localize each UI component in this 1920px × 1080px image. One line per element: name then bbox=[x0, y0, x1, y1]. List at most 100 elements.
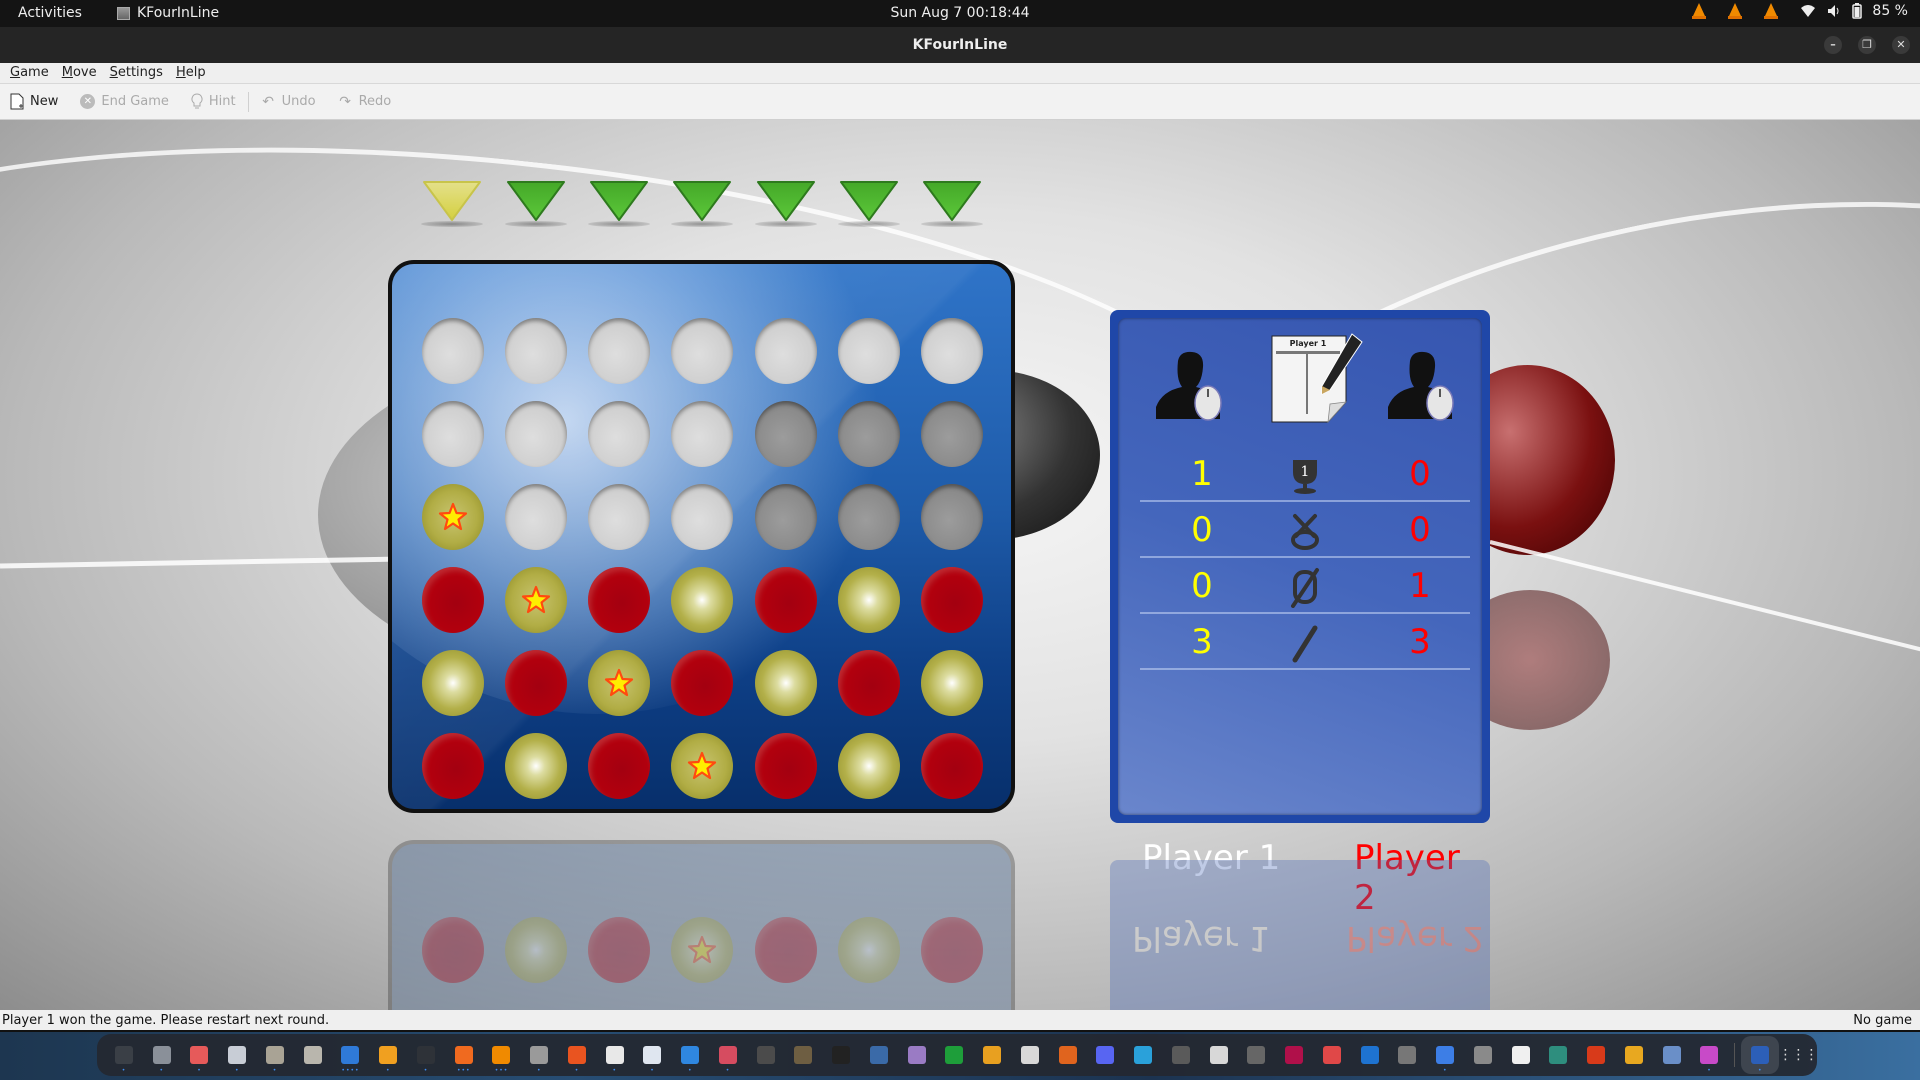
board-slot-empty[interactable] bbox=[921, 318, 983, 384]
dock-app-chip[interactable] bbox=[1275, 1036, 1313, 1074]
dock-app-speaker[interactable] bbox=[747, 1036, 785, 1074]
dock-app-inkscape[interactable] bbox=[822, 1036, 860, 1074]
dock-app-discord[interactable] bbox=[1087, 1036, 1125, 1074]
board-slot-empty[interactable] bbox=[838, 484, 900, 550]
column-drop-arrow-5[interactable] bbox=[755, 178, 817, 224]
board-slot-empty[interactable] bbox=[755, 318, 817, 384]
board-slot-empty[interactable] bbox=[755, 401, 817, 467]
dock-app-vlc[interactable]: ••• bbox=[483, 1036, 521, 1074]
dock-app-firefox[interactable]: ••• bbox=[445, 1036, 483, 1074]
clock[interactable]: Sun Aug 7 00:18:44 bbox=[890, 5, 1029, 21]
dock-app-presentation[interactable] bbox=[1049, 1036, 1087, 1074]
menu-settings[interactable]: Settings bbox=[110, 63, 176, 83]
system-tray[interactable]: 85 % bbox=[1692, 3, 1908, 19]
dock-app-window-app[interactable] bbox=[1351, 1036, 1389, 1074]
dock-app-telegram[interactable] bbox=[1124, 1036, 1162, 1074]
redo-button[interactable]: ↷ Redo bbox=[338, 94, 391, 110]
yellow-piece[interactable] bbox=[838, 567, 900, 633]
hint-button[interactable]: Hint bbox=[191, 93, 236, 110]
yellow-piece[interactable] bbox=[838, 733, 900, 799]
dock-app-dictionary[interactable] bbox=[1200, 1036, 1238, 1074]
dock-app-terminal[interactable]: • bbox=[407, 1036, 445, 1074]
dock-app-ball[interactable] bbox=[1615, 1036, 1653, 1074]
red-piece[interactable] bbox=[755, 733, 817, 799]
board-slot-empty[interactable] bbox=[588, 484, 650, 550]
dock-app-seventy-six[interactable] bbox=[1238, 1036, 1276, 1074]
game-board[interactable] bbox=[388, 260, 1015, 813]
show-applications-button[interactable]: ⋮⋮⋮ bbox=[1779, 1036, 1819, 1074]
end-game-button[interactable]: ✕ End Game bbox=[80, 94, 169, 109]
dock-app-disks[interactable]: • bbox=[520, 1036, 558, 1074]
dock-app-calc-game[interactable]: • bbox=[1426, 1036, 1464, 1074]
dock-app-clock[interactable] bbox=[1162, 1036, 1200, 1074]
dock-app-mario[interactable] bbox=[1577, 1036, 1615, 1074]
yellow-piece[interactable] bbox=[505, 733, 567, 799]
dock-app-tetris[interactable]: • bbox=[1691, 1036, 1729, 1074]
dock-app-archive-manager[interactable]: • bbox=[256, 1036, 294, 1074]
dock-app-text-editor[interactable]: • bbox=[596, 1036, 634, 1074]
menu-game[interactable]: Game bbox=[10, 63, 62, 83]
yellow-piece-winning[interactable] bbox=[505, 567, 567, 633]
app-menu[interactable]: KFourInLine bbox=[117, 5, 219, 21]
vlc-tray-icon[interactable] bbox=[1764, 3, 1779, 19]
activities-button[interactable]: Activities bbox=[18, 5, 82, 21]
menu-move[interactable]: Move bbox=[62, 63, 110, 83]
red-piece[interactable] bbox=[422, 567, 484, 633]
minimize-button[interactable]: – bbox=[1824, 36, 1842, 54]
board-slot-empty[interactable] bbox=[422, 318, 484, 384]
red-piece[interactable] bbox=[505, 650, 567, 716]
dock-app-spreadsheet[interactable] bbox=[936, 1036, 974, 1074]
dock-app-files[interactable]: • bbox=[143, 1036, 181, 1074]
undo-button[interactable]: ↶ Undo bbox=[261, 94, 315, 110]
board-slot-empty[interactable] bbox=[838, 318, 900, 384]
new-game-button[interactable]: New bbox=[10, 93, 58, 110]
dock-app-kfourinline[interactable]: • bbox=[1741, 1036, 1779, 1074]
dock-app-accessories[interactable] bbox=[1389, 1036, 1427, 1074]
dock-app-ring[interactable] bbox=[1464, 1036, 1502, 1074]
dock-app-gimp[interactable] bbox=[785, 1036, 823, 1074]
red-piece[interactable] bbox=[921, 733, 983, 799]
column-drop-arrow-1[interactable] bbox=[421, 178, 483, 224]
board-slot-empty[interactable] bbox=[671, 484, 733, 550]
dock-app-settings-toggle[interactable]: • bbox=[634, 1036, 672, 1074]
yellow-piece-winning[interactable] bbox=[422, 484, 484, 550]
column-drop-arrow-4[interactable] bbox=[671, 178, 733, 224]
menu-help[interactable]: Help bbox=[176, 63, 219, 83]
dock-app-waveform[interactable]: • bbox=[709, 1036, 747, 1074]
red-piece[interactable] bbox=[671, 650, 733, 716]
dock-app-solitaire[interactable] bbox=[1502, 1036, 1540, 1074]
board-slot-empty[interactable] bbox=[422, 401, 484, 467]
yellow-piece-winning[interactable] bbox=[671, 733, 733, 799]
board-slot-empty[interactable] bbox=[671, 318, 733, 384]
restore-button[interactable]: ❐ bbox=[1858, 36, 1876, 54]
vlc-tray-icon[interactable] bbox=[1692, 3, 1707, 19]
red-piece[interactable] bbox=[422, 733, 484, 799]
red-piece[interactable] bbox=[755, 567, 817, 633]
red-piece[interactable] bbox=[838, 650, 900, 716]
window-title-bar[interactable]: KFourInLine – ❐ ✕ bbox=[0, 27, 1920, 63]
board-slot-empty[interactable] bbox=[588, 401, 650, 467]
dock-app-diamond[interactable] bbox=[1653, 1036, 1691, 1074]
dock-app-scanner[interactable]: • bbox=[218, 1036, 256, 1074]
board-slot-empty[interactable] bbox=[505, 484, 567, 550]
column-drop-arrow-6[interactable] bbox=[838, 178, 900, 224]
dock-app-calculator[interactable]: • bbox=[369, 1036, 407, 1074]
dock-app-help[interactable]: • bbox=[671, 1036, 709, 1074]
close-button[interactable]: ✕ bbox=[1892, 36, 1910, 54]
red-piece[interactable] bbox=[588, 567, 650, 633]
column-drop-arrow-2[interactable] bbox=[505, 178, 567, 224]
board-slot-empty[interactable] bbox=[505, 318, 567, 384]
column-drop-arrow-3[interactable] bbox=[588, 178, 650, 224]
red-piece[interactable] bbox=[921, 567, 983, 633]
dock-app-downloader[interactable] bbox=[1313, 1036, 1351, 1074]
status-menu[interactable]: 85 % bbox=[1800, 3, 1908, 19]
yellow-piece[interactable] bbox=[671, 567, 733, 633]
dock-app-sokoban[interactable] bbox=[1540, 1036, 1578, 1074]
dock-app-drawing[interactable] bbox=[973, 1036, 1011, 1074]
dock-app-text-document[interactable]: •••• bbox=[332, 1036, 370, 1074]
dock-app-screenshot[interactable] bbox=[898, 1036, 936, 1074]
board-slot-empty[interactable] bbox=[921, 484, 983, 550]
dock-app-system-monitor[interactable]: • bbox=[105, 1036, 143, 1074]
board-slot-empty[interactable] bbox=[838, 401, 900, 467]
dock-app-image-viewer[interactable] bbox=[294, 1036, 332, 1074]
